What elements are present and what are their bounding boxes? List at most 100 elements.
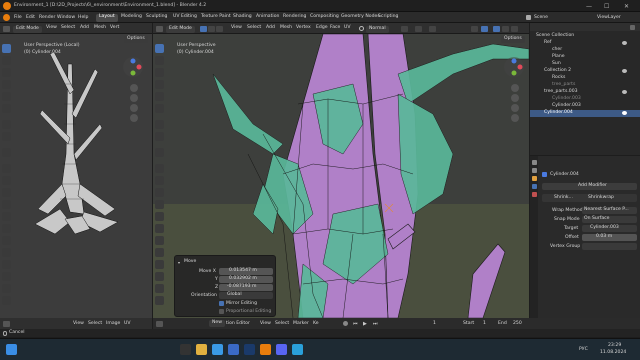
shading-solid-icon[interactable] bbox=[493, 25, 500, 32]
rip-tool-icon[interactable] bbox=[2, 296, 11, 305]
filter-icon[interactable] bbox=[630, 24, 635, 30]
extrude-tool-icon[interactable] bbox=[155, 164, 164, 173]
menu-view[interactable]: View bbox=[73, 321, 84, 327]
tab-shading[interactable]: Shading bbox=[230, 14, 255, 22]
options-button[interactable]: Options bbox=[124, 36, 148, 43]
search-icon[interactable] bbox=[180, 344, 191, 355]
editor-type-icon[interactable] bbox=[156, 25, 163, 32]
tab-rendering[interactable]: Rendering bbox=[280, 14, 309, 22]
scale-tool-icon[interactable] bbox=[2, 92, 11, 101]
tab-sculpting[interactable]: Sculpting bbox=[143, 14, 170, 22]
scale-tool-icon[interactable] bbox=[155, 92, 164, 101]
move-tool-icon[interactable] bbox=[155, 68, 164, 77]
transform-tool-icon[interactable] bbox=[155, 104, 164, 113]
menu-edit[interactable]: Edit bbox=[26, 15, 35, 21]
clock-time[interactable]: 23:29 bbox=[608, 343, 621, 349]
menu-face[interactable]: Face bbox=[330, 25, 340, 31]
zoom-icon[interactable] bbox=[130, 84, 138, 92]
outliner-row[interactable]: Rocks bbox=[530, 75, 640, 82]
add-cube-tool-icon[interactable] bbox=[2, 148, 11, 157]
editor-type-icon[interactable] bbox=[156, 320, 163, 327]
knife-tool-icon[interactable] bbox=[2, 212, 11, 221]
tab-compositing[interactable]: Compositing bbox=[307, 14, 342, 22]
add-modifier-button[interactable]: Add Modifier bbox=[542, 183, 637, 190]
menu-mesh[interactable]: Mesh bbox=[280, 25, 292, 31]
tab-layout[interactable]: Layout bbox=[96, 13, 118, 22]
mail-icon[interactable] bbox=[228, 344, 239, 355]
tab-texture-paint[interactable]: Texture Paint bbox=[198, 14, 234, 22]
smooth-tool-icon[interactable] bbox=[2, 248, 11, 257]
outliner-row[interactable]: cher bbox=[530, 47, 640, 54]
target-field[interactable]: Cylinder.003 bbox=[582, 225, 637, 232]
rotate-tool-icon[interactable] bbox=[2, 80, 11, 89]
mode-selector[interactable]: Edit Mode bbox=[13, 25, 42, 33]
visibility-eye-icon[interactable] bbox=[622, 90, 627, 94]
shading-material-icon[interactable] bbox=[502, 25, 509, 32]
outliner-row[interactable]: Scene Collection bbox=[530, 33, 640, 40]
shear-tool-icon[interactable] bbox=[2, 284, 11, 293]
vertex-select-icon[interactable] bbox=[200, 25, 207, 32]
menu-window[interactable]: Window bbox=[57, 15, 75, 21]
spin-tool-icon[interactable] bbox=[155, 236, 164, 245]
outliner-row[interactable]: Cylinder.003 bbox=[530, 96, 640, 103]
spin-tool-icon[interactable] bbox=[2, 236, 11, 245]
menu-marker[interactable]: Marker bbox=[293, 321, 309, 327]
outliner-row[interactable]: tree_parts bbox=[530, 82, 640, 89]
render-tab-icon[interactable] bbox=[531, 168, 537, 173]
move-y-field[interactable]: 0.032902 m bbox=[219, 276, 273, 283]
select-tool-icon[interactable] bbox=[2, 44, 11, 53]
record-icon[interactable] bbox=[343, 321, 348, 326]
vertex-group-field[interactable] bbox=[582, 243, 637, 250]
inset-tool-icon[interactable] bbox=[155, 176, 164, 185]
menu-view[interactable]: View bbox=[46, 25, 57, 31]
outliner-row[interactable]: Plane bbox=[530, 54, 640, 61]
navigation-gizmo-icon[interactable] bbox=[503, 56, 525, 78]
file-explorer-icon[interactable] bbox=[196, 344, 207, 355]
menu-vertex[interactable]: Vert bbox=[110, 25, 119, 31]
menu-image[interactable]: Image bbox=[106, 321, 120, 327]
cursor-tool-icon[interactable] bbox=[155, 56, 164, 65]
menu-view[interactable]: View bbox=[231, 25, 242, 31]
measure-tool-icon[interactable] bbox=[155, 132, 164, 141]
move-operator-panel[interactable]: ▾ Move Move X 0.013547 m Y 0.032902 m Z … bbox=[174, 255, 276, 317]
navigation-gizmo-icon[interactable] bbox=[122, 56, 144, 78]
offset-field[interactable]: 0.03 m bbox=[582, 234, 637, 241]
telegram-icon[interactable] bbox=[292, 344, 303, 355]
menu-add[interactable]: Add bbox=[266, 25, 275, 31]
edge-select-icon[interactable] bbox=[208, 25, 215, 32]
maximize-button[interactable]: ☐ bbox=[604, 3, 609, 10]
modifier-name-field[interactable]: Shrink... bbox=[554, 195, 573, 201]
edge-slide-tool-icon[interactable] bbox=[2, 260, 11, 269]
editor-type-icon[interactable] bbox=[3, 320, 10, 327]
menu-mesh[interactable]: Mesh bbox=[94, 25, 106, 31]
extrude-tool-icon[interactable] bbox=[2, 164, 11, 173]
bevel-tool-icon[interactable] bbox=[2, 188, 11, 197]
menu-help[interactable]: Help bbox=[78, 15, 88, 21]
inset-tool-icon[interactable] bbox=[2, 176, 11, 185]
blender-taskbar-icon[interactable] bbox=[260, 344, 271, 355]
snap-mode-dropdown[interactable]: On Surface bbox=[582, 216, 637, 223]
shrink-fatten-tool-icon[interactable] bbox=[2, 272, 11, 281]
proportional-edit-icon[interactable] bbox=[429, 25, 436, 32]
minimize-button[interactable]: — bbox=[586, 3, 592, 10]
shear-tool-icon[interactable] bbox=[155, 284, 164, 293]
zoom-icon[interactable] bbox=[511, 84, 519, 92]
annotate-tool-icon[interactable] bbox=[155, 120, 164, 129]
proportional-editing-checkbox[interactable] bbox=[219, 309, 224, 314]
object-tab-icon[interactable] bbox=[531, 176, 537, 181]
poly-build-tool-icon[interactable] bbox=[155, 224, 164, 233]
poly-build-tool-icon[interactable] bbox=[2, 224, 11, 233]
clock-date[interactable]: 11.08.2024 bbox=[600, 350, 626, 356]
chevron-down-icon[interactable]: ▾ bbox=[178, 260, 180, 265]
tab-scripting[interactable]: Scripting bbox=[375, 14, 401, 22]
visibility-eye-icon[interactable] bbox=[622, 41, 627, 45]
transform-orientation-selector[interactable]: Normal bbox=[366, 25, 389, 33]
menu-add[interactable]: Add bbox=[80, 25, 89, 31]
select-tool-icon[interactable] bbox=[155, 44, 164, 53]
menu-vertex[interactable]: Vertex bbox=[296, 25, 311, 31]
current-frame[interactable]: 1 bbox=[433, 321, 436, 327]
view-layer-selector[interactable]: ViewLayer bbox=[597, 15, 621, 21]
loop-cut-tool-icon[interactable] bbox=[155, 200, 164, 209]
menu-select[interactable]: Select bbox=[61, 25, 75, 31]
visibility-eye-icon[interactable] bbox=[622, 69, 627, 73]
